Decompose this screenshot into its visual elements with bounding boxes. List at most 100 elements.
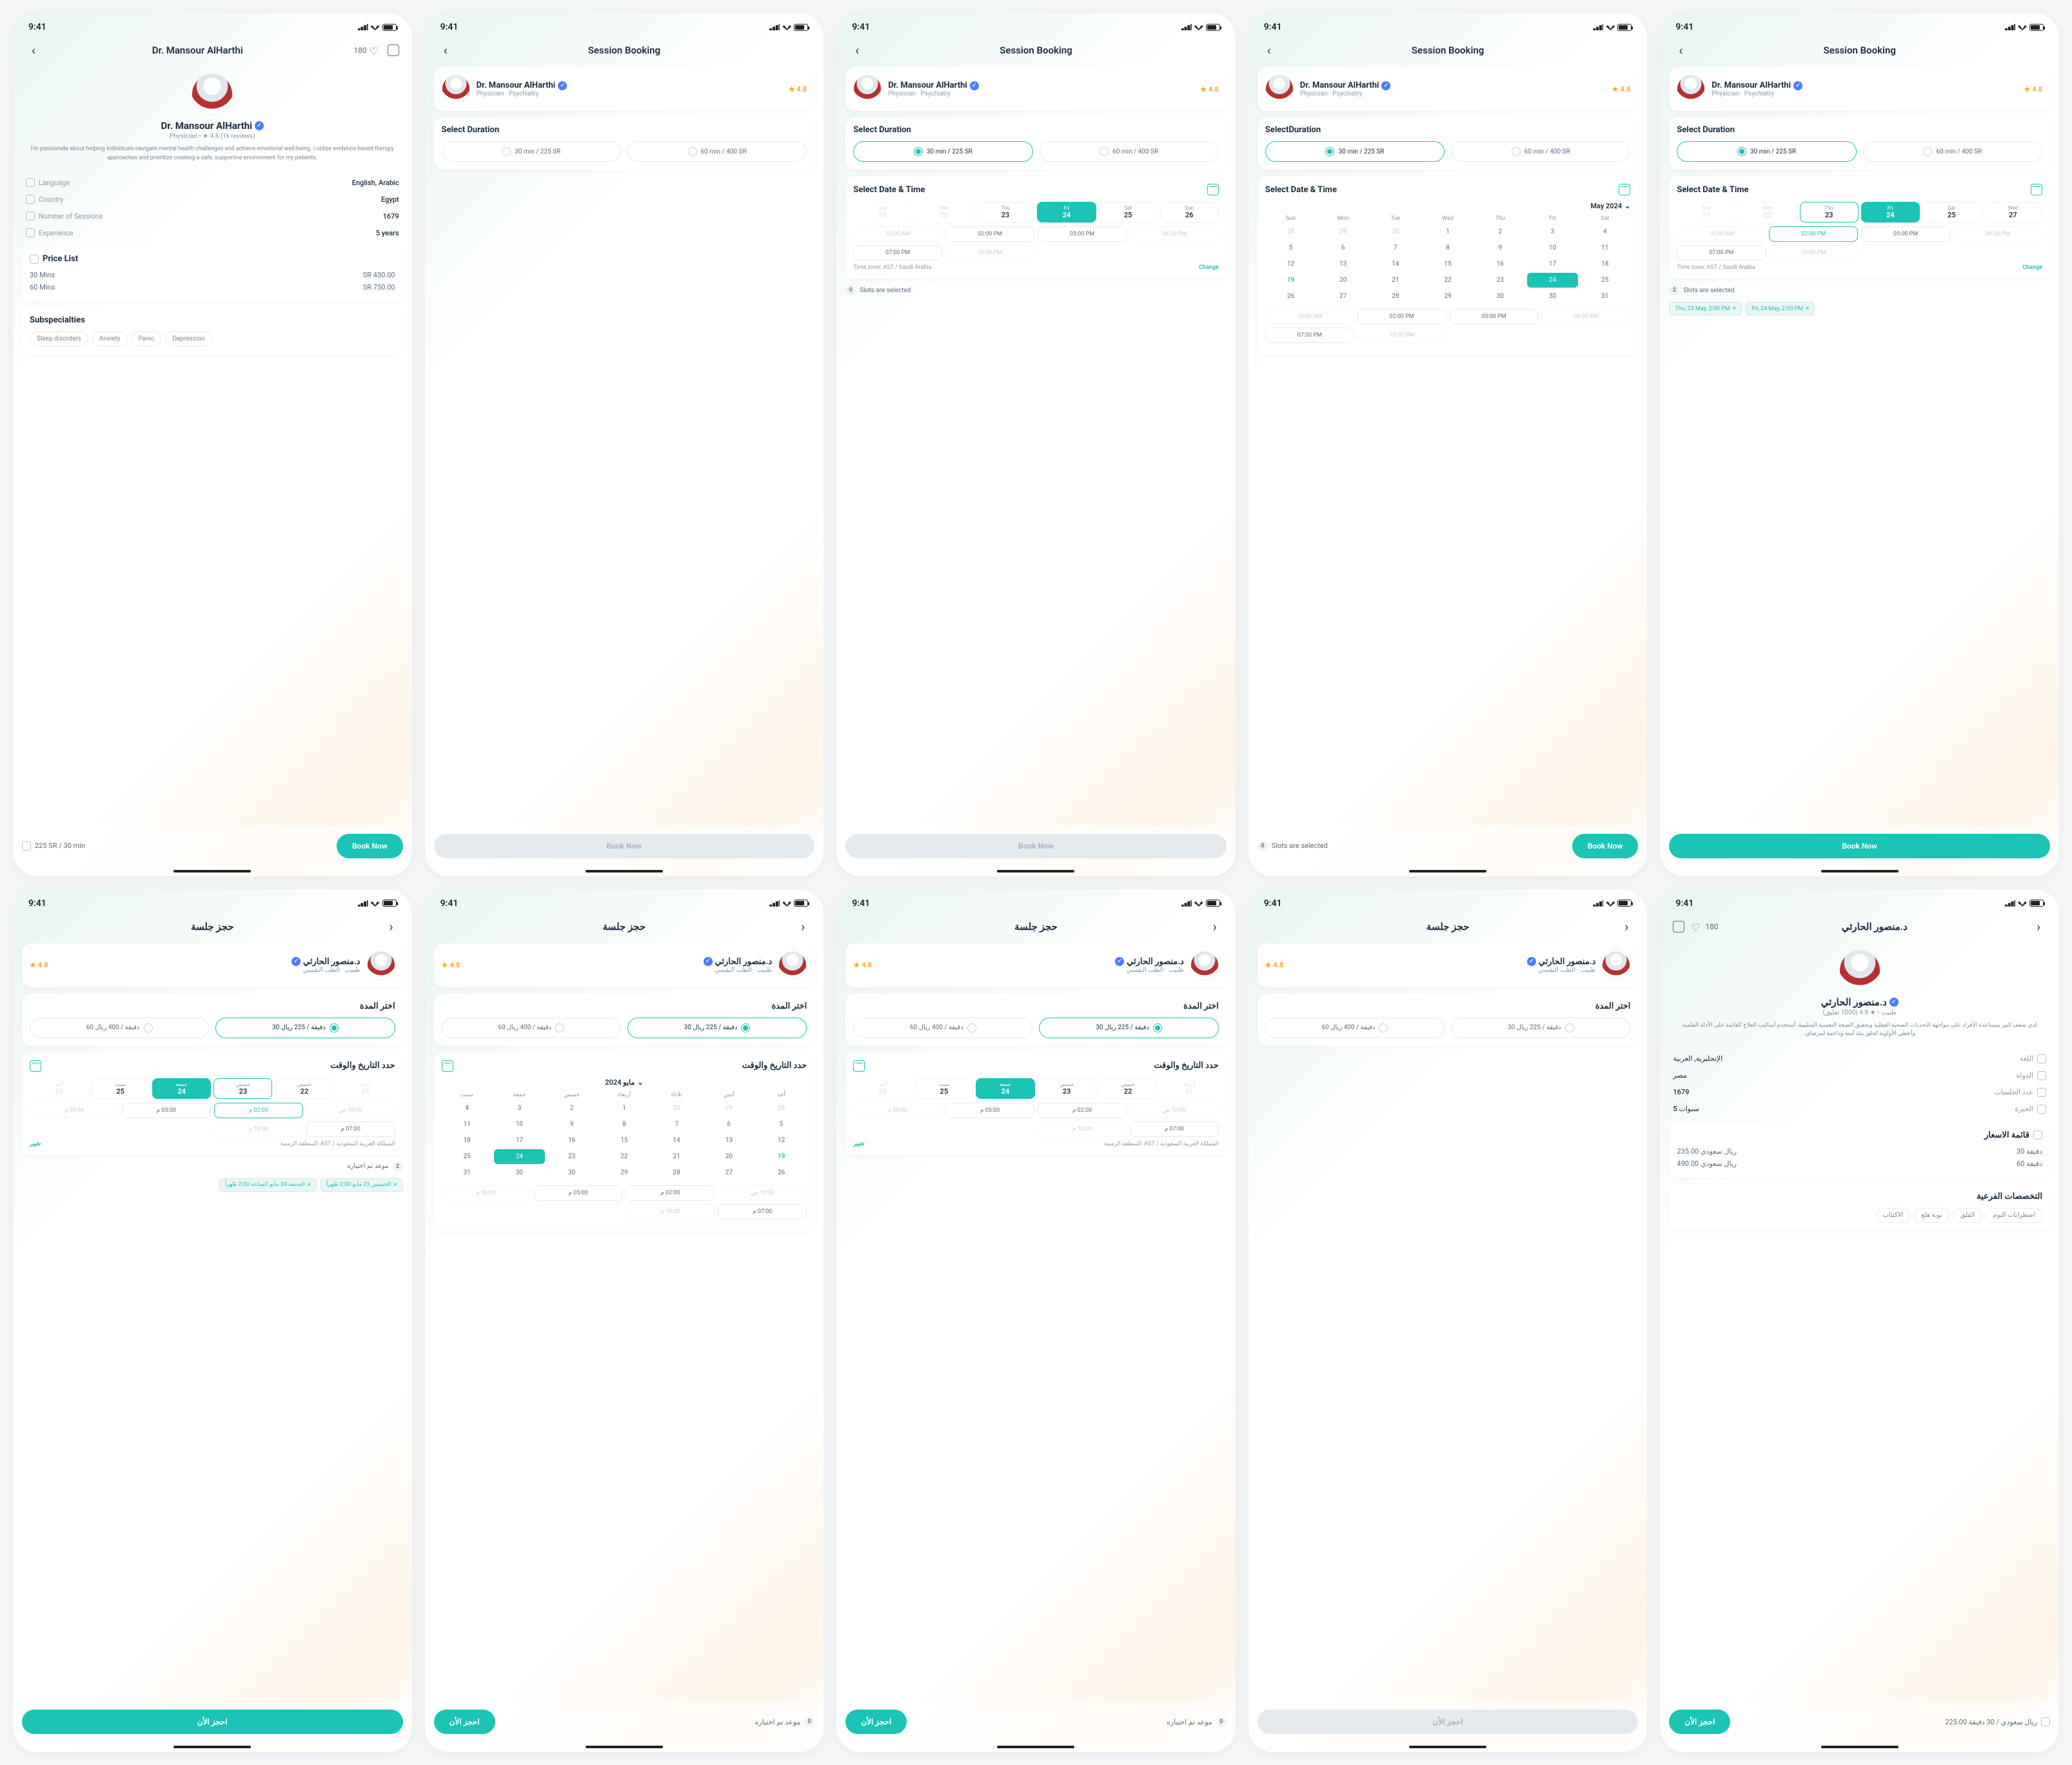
calendar-day[interactable]: 11: [1579, 241, 1630, 255]
duration-30-option[interactable]: 30 دقيقة / 225 ريال: [1039, 1018, 1218, 1038]
calendar-day[interactable]: 30: [546, 1165, 597, 1180]
back-button[interactable]: ‹: [1673, 43, 1688, 58]
duration-60-option[interactable]: 60 دقيقة / 400 ريال: [853, 1018, 1032, 1038]
tag[interactable]: الاكتئاب: [1876, 1208, 1911, 1223]
duration-30-option[interactable]: 30 دقيقة / 225 ريال: [627, 1018, 807, 1038]
calendar-day[interactable]: 16: [546, 1133, 597, 1148]
home-indicator[interactable]: [173, 870, 251, 873]
back-button[interactable]: ‹: [26, 43, 41, 58]
calendar-day[interactable]: 26: [756, 1165, 807, 1180]
book-now-button[interactable]: احجز الأن: [434, 1710, 495, 1734]
tag[interactable]: نوبة هلع: [1914, 1208, 1949, 1223]
share-icon[interactable]: [1673, 921, 1684, 932]
day-cell[interactable]: Sun26: [1160, 202, 1219, 222]
slot-chip[interactable]: Fri, 24 May, 2:00 PM×: [1746, 302, 1815, 315]
calendar-day[interactable]: 22: [598, 1149, 649, 1164]
calendar-day[interactable]: 24: [1527, 273, 1578, 288]
calendar-icon[interactable]: [853, 1060, 865, 1072]
calendar-day[interactable]: 5: [756, 1117, 807, 1132]
calendar-day[interactable]: 18: [1579, 257, 1630, 271]
book-now-button[interactable]: Book Now: [1669, 834, 2050, 858]
calendar-day[interactable]: 19: [1265, 273, 1316, 288]
calendar-day[interactable]: 26: [1265, 289, 1316, 304]
calendar-day[interactable]: 13: [704, 1133, 755, 1148]
back-button[interactable]: ›: [384, 919, 399, 934]
tag[interactable]: Anxiety: [92, 331, 128, 346]
back-button[interactable]: ›: [2031, 919, 2046, 934]
duration-60-option[interactable]: 60 min / 400 SR: [1451, 141, 1630, 162]
calendar-day[interactable]: 19: [756, 1149, 807, 1164]
day-cell-selected[interactable]: Fri24: [1037, 202, 1096, 222]
back-button[interactable]: ›: [1207, 919, 1223, 934]
calendar-day[interactable]: 15: [598, 1133, 649, 1148]
calendar-day[interactable]: 9: [1475, 241, 1526, 255]
time-slot[interactable]: 07:00 PM: [853, 245, 942, 261]
book-now-button[interactable]: احجز الأن: [1669, 1710, 1730, 1734]
time-slot-selected[interactable]: 02:00 م: [214, 1103, 303, 1118]
tag[interactable]: Panic: [132, 331, 162, 346]
calendar-day[interactable]: 20: [704, 1149, 755, 1164]
calendar-day[interactable]: 4: [1579, 224, 1630, 239]
calendar-day[interactable]: 8: [598, 1117, 649, 1132]
calendar-collapse-icon[interactable]: [442, 1060, 453, 1072]
time-slot[interactable]: 05:00 PM: [1038, 226, 1127, 242]
book-now-button[interactable]: احجز الأن: [845, 1710, 907, 1734]
book-now-button[interactable]: احجز الأن: [22, 1710, 403, 1734]
duration-30-option[interactable]: 30 min / 225 SR: [1265, 141, 1445, 162]
calendar-day[interactable]: 4: [442, 1101, 493, 1116]
tag[interactable]: Depression: [165, 331, 212, 346]
tag[interactable]: القلق: [1953, 1208, 1982, 1223]
duration-60-option[interactable]: 60 min / 400 SR: [627, 141, 807, 162]
calendar-day[interactable]: 20: [1317, 273, 1368, 288]
calendar-day[interactable]: 21: [651, 1149, 702, 1164]
day-cell[interactable]: Thu23: [976, 202, 1034, 222]
time-slot-selected[interactable]: 02:00 PM: [1769, 226, 1858, 242]
calendar-day[interactable]: 1: [1422, 224, 1473, 239]
calendar-day[interactable]: 3: [494, 1101, 545, 1116]
duration-60-option[interactable]: 60 دقيقة / 400 ريال: [442, 1018, 621, 1038]
calendar-day[interactable]: 14: [1370, 257, 1421, 271]
calendar-day[interactable]: 30: [1527, 289, 1578, 304]
heart-icon[interactable]: [370, 45, 381, 55]
change-tz-button[interactable]: Change: [2022, 264, 2042, 271]
calendar-day[interactable]: 18: [442, 1133, 493, 1148]
calendar-day[interactable]: 5: [1265, 241, 1316, 255]
calendar-day[interactable]: 17: [1527, 257, 1578, 271]
calendar-day[interactable]: 22: [1422, 273, 1473, 288]
change-tz-button[interactable]: تغيير: [30, 1141, 41, 1147]
calendar-day[interactable]: 11: [442, 1117, 493, 1132]
calendar-day[interactable]: 15: [1422, 257, 1473, 271]
calendar-day[interactable]: 7: [651, 1117, 702, 1132]
duration-60-option[interactable]: 60 min / 400 SR: [1863, 141, 2042, 162]
change-tz-button[interactable]: تغيير: [853, 1141, 864, 1147]
duration-30-option[interactable]: 30 min / 225 SR: [442, 141, 621, 162]
calendar-collapse-icon[interactable]: [1619, 184, 1630, 195]
calendar-day[interactable]: 3: [1527, 224, 1578, 239]
book-now-button[interactable]: Book Now: [1572, 834, 1639, 858]
time-slot[interactable]: 02:00 PM: [945, 226, 1034, 242]
calendar-day[interactable]: 7: [1370, 241, 1421, 255]
duration-60-option[interactable]: 60 دقيقة / 400 ريال: [30, 1018, 209, 1038]
calendar-day[interactable]: 27: [1317, 289, 1368, 304]
calendar-day[interactable]: 29: [598, 1165, 649, 1180]
calendar-day[interactable]: 12: [1265, 257, 1316, 271]
calendar-day[interactable]: 16: [1475, 257, 1526, 271]
duration-60-option[interactable]: 60 min / 400 SR: [1040, 141, 1219, 162]
calendar-day[interactable]: 28: [1370, 289, 1421, 304]
calendar-day[interactable]: 29: [1422, 289, 1473, 304]
calendar-day[interactable]: 25: [1579, 273, 1630, 288]
calendar-day[interactable]: 2: [546, 1101, 597, 1116]
heart-icon[interactable]: [1691, 922, 1702, 932]
calendar-day[interactable]: 30: [1475, 289, 1526, 304]
share-icon[interactable]: [388, 44, 399, 56]
calendar-day[interactable]: 10: [1527, 241, 1578, 255]
calendar-day[interactable]: 8: [1422, 241, 1473, 255]
tag[interactable]: Sleep disorders: [30, 331, 88, 346]
calendar-day[interactable]: 17: [494, 1133, 545, 1148]
back-button[interactable]: ›: [795, 919, 811, 934]
duration-30-option[interactable]: 30 min / 225 SR: [853, 141, 1032, 162]
calendar-day[interactable]: 1: [598, 1101, 649, 1116]
calendar-day[interactable]: 14: [651, 1133, 702, 1148]
calendar-day[interactable]: 21: [1370, 273, 1421, 288]
back-button[interactable]: ‹: [849, 43, 865, 58]
